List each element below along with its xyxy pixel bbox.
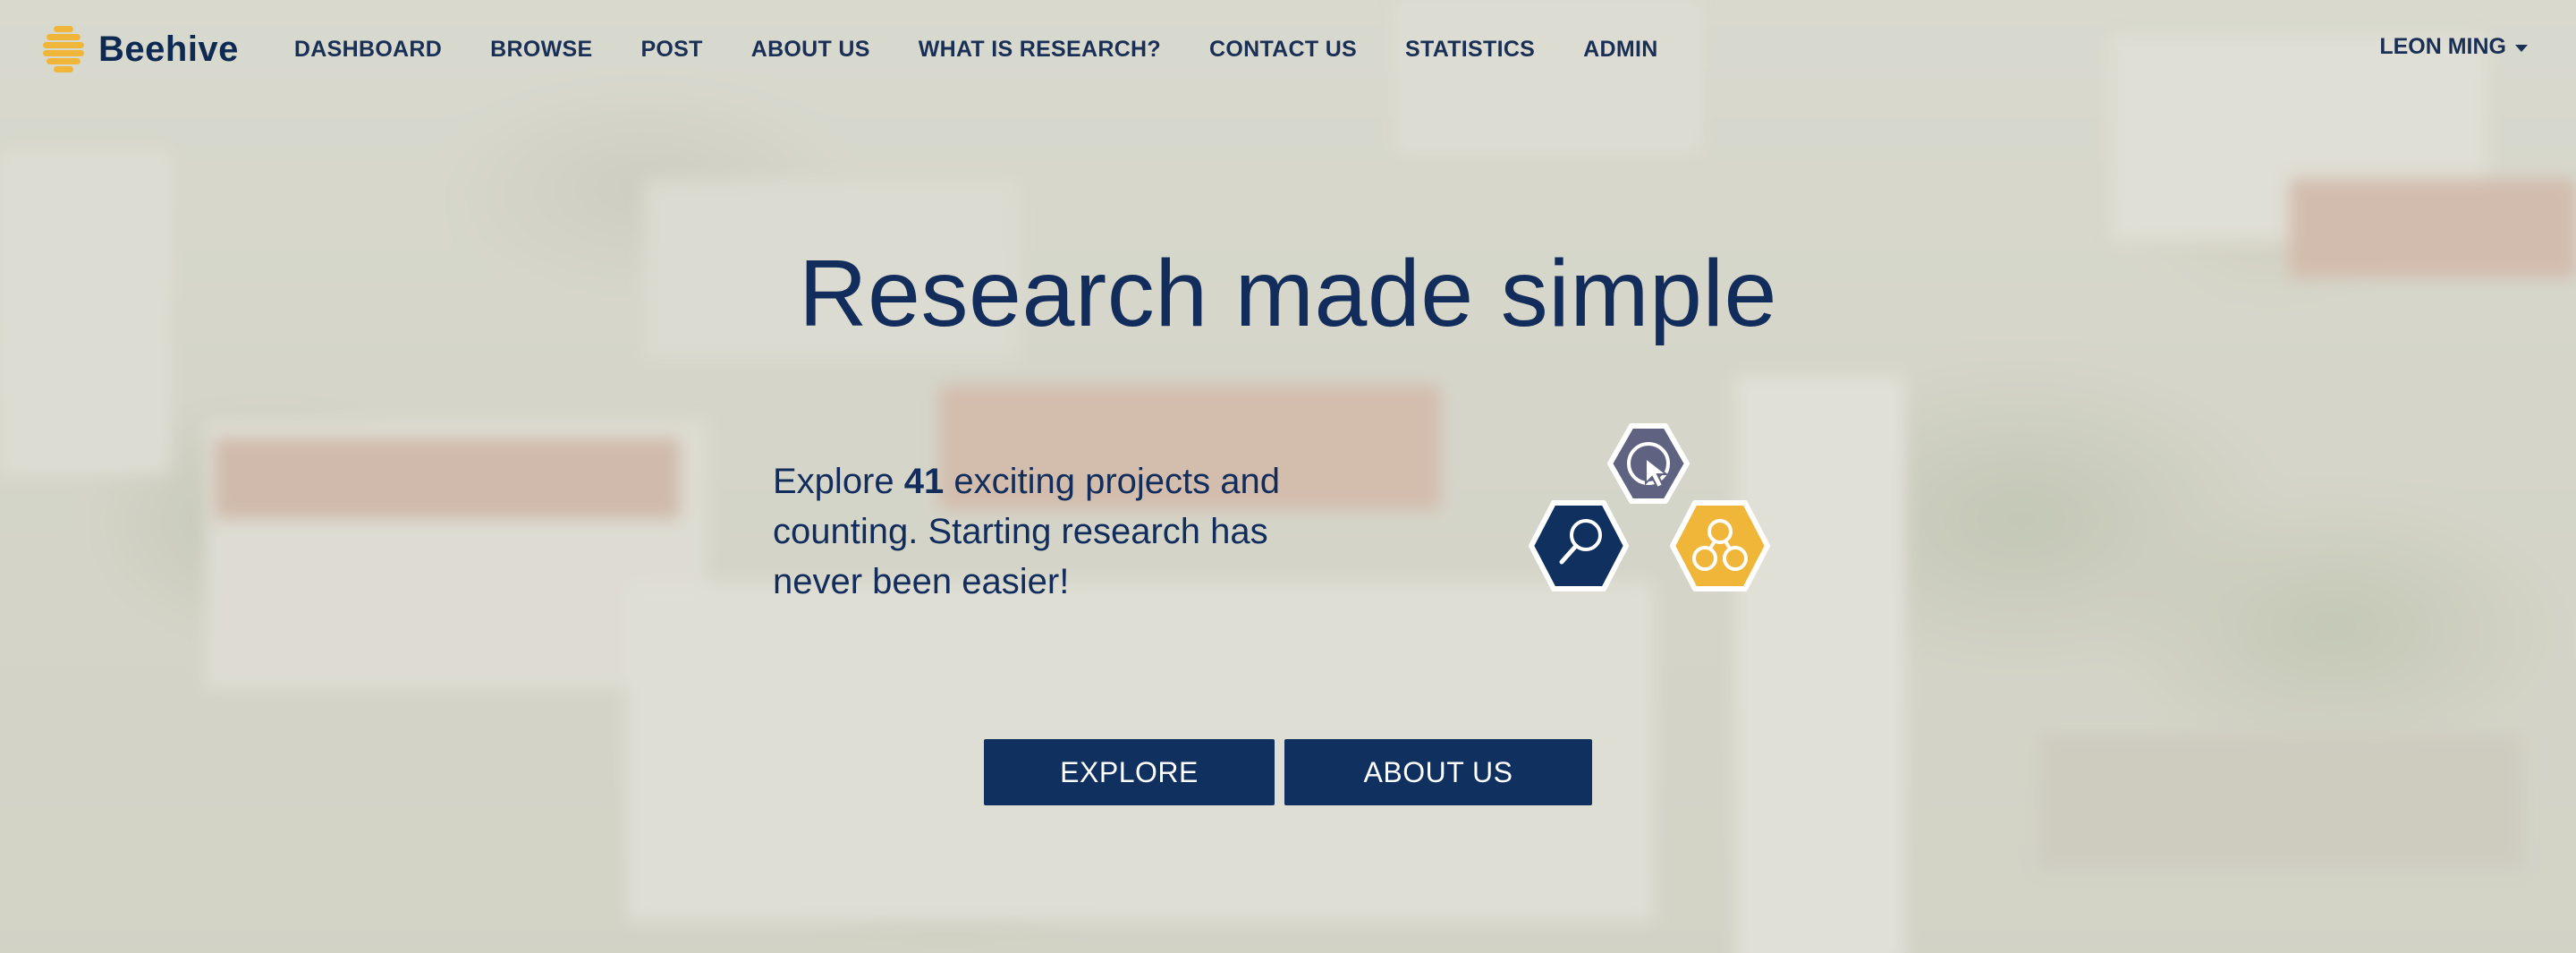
nav-link-about-us[interactable]: ABOUT US — [751, 37, 870, 63]
user-menu-dropdown[interactable]: LEON MING — [2379, 34, 2528, 60]
network-icon — [1670, 500, 1770, 591]
brand-home-link[interactable]: Beehive — [41, 24, 239, 74]
project-count: 41 — [903, 462, 945, 501]
search-icon — [1529, 500, 1629, 591]
about-us-button[interactable]: ABOUT US — [1284, 739, 1592, 805]
hero-description: Explore 41 exciting projects and countin… — [773, 456, 1309, 607]
nav-link-dashboard[interactable]: DASHBOARD — [294, 37, 442, 63]
nav-links: DASHBOARD BROWSE POST ABOUT US WHAT IS R… — [294, 37, 1658, 63]
hexagon-illustration — [1529, 423, 1770, 591]
nav-link-statistics[interactable]: STATISTICS — [1405, 37, 1535, 63]
hero-title: Research made simple — [798, 241, 1777, 346]
top-navbar: Beehive DASHBOARD BROWSE POST ABOUT US W… — [0, 0, 2576, 98]
user-name: LEON MING — [2379, 34, 2506, 59]
nav-link-what-is-research[interactable]: WHAT IS RESEARCH? — [919, 37, 1161, 63]
nav-link-contact-us[interactable]: CONTACT US — [1209, 37, 1357, 63]
hero-text-prefix: Explore — [773, 462, 904, 501]
nav-link-post[interactable]: POST — [640, 37, 702, 63]
explore-button[interactable]: EXPLORE — [984, 739, 1275, 805]
honeycomb-logo-icon — [43, 26, 84, 72]
caret-down-icon — [2515, 45, 2528, 52]
cursor-click-icon — [1607, 423, 1690, 504]
nav-link-browse[interactable]: BROWSE — [490, 37, 592, 63]
brand-name: Beehive — [98, 29, 239, 69]
nav-link-admin[interactable]: ADMIN — [1583, 37, 1657, 63]
